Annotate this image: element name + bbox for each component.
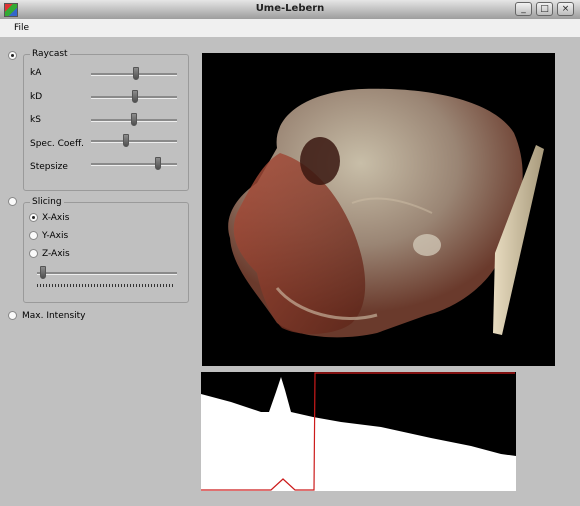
menu-bar: File	[0, 19, 580, 37]
slicing-legend: Slicing	[30, 197, 64, 207]
ks-slider[interactable]	[91, 113, 177, 127]
raycast-radio[interactable]	[8, 51, 17, 60]
max-intensity-radio[interactable]	[8, 311, 17, 320]
histogram-panel[interactable]	[201, 372, 516, 491]
stepsize-slider[interactable]	[91, 157, 177, 171]
ka-label: kA	[30, 68, 42, 78]
z-axis-label: Z-Axis	[42, 249, 70, 259]
minimize-button[interactable]: _	[515, 2, 532, 16]
raycast-legend: Raycast	[30, 49, 70, 59]
title-bar[interactable]: Ume-Lebern _ □ ×	[0, 0, 580, 19]
x-axis-label: X-Axis	[42, 213, 70, 223]
slider-thumb[interactable]	[155, 157, 161, 170]
histogram-distribution	[201, 372, 516, 456]
slider-track	[91, 140, 177, 143]
ks-label: kS	[30, 115, 41, 125]
ear-region	[413, 234, 441, 256]
max-intensity-label: Max. Intensity	[22, 311, 86, 321]
slider-track	[91, 163, 177, 166]
kd-label: kD	[30, 92, 43, 102]
z-axis-radio[interactable]	[29, 249, 38, 258]
slicing-radio[interactable]	[8, 197, 17, 206]
slider-thumb[interactable]	[40, 266, 46, 279]
main-window: Ume-Lebern _ □ × File Raycast kA kD kS S…	[0, 0, 580, 506]
slice-position-slider[interactable]	[37, 266, 177, 280]
spec-coeff-slider[interactable]	[91, 134, 177, 148]
slider-thumb[interactable]	[133, 67, 139, 80]
window-title: Ume-Lebern	[255, 3, 325, 14]
y-axis-label: Y-Axis	[42, 231, 69, 241]
skull-rendering	[228, 88, 544, 338]
slider-thumb[interactable]	[123, 134, 129, 147]
eye-socket	[300, 137, 340, 185]
stepsize-label: Stepsize	[30, 162, 68, 172]
x-axis-radio[interactable]	[29, 213, 38, 222]
ka-slider[interactable]	[91, 67, 177, 81]
slider-thumb[interactable]	[131, 113, 137, 126]
close-button[interactable]: ×	[557, 2, 574, 16]
menu-file[interactable]: File	[14, 23, 29, 33]
kd-slider[interactable]	[91, 90, 177, 104]
slider-thumb[interactable]	[132, 90, 138, 103]
y-axis-radio[interactable]	[29, 231, 38, 240]
spec-coeff-label: Spec. Coeff.	[30, 139, 85, 149]
slider-track	[37, 272, 177, 275]
histogram-chart	[201, 372, 516, 491]
maximize-button[interactable]: □	[536, 2, 553, 16]
volume-render-view[interactable]	[202, 53, 555, 366]
slice-slider-ticks	[37, 284, 175, 287]
